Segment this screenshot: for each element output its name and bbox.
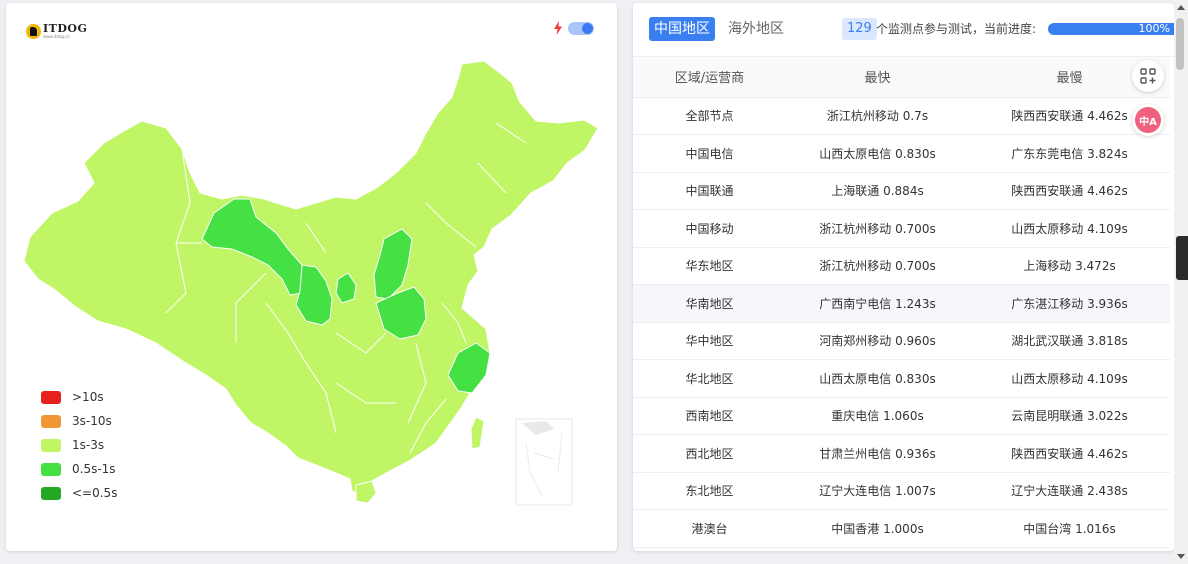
cell-slowest: 广东湛江移动 3.936s: [969, 284, 1170, 323]
legend-item[interactable]: 1s-3s: [41, 433, 117, 457]
cell-slowest: 陕西西安联通 4.462s: [969, 434, 1170, 473]
cell-fastest: 浙江杭州移动 0.700s: [786, 209, 969, 248]
legend-swatch-3-10s: [41, 414, 61, 428]
region-taiwan[interactable]: [470, 416, 485, 450]
legend-swatch-under-0.5s: [41, 486, 61, 500]
cell-slowest: 上海移动 3.472s: [969, 247, 1170, 285]
cell-region: 华南地区: [633, 284, 786, 323]
legend-label: 0.5s-1s: [72, 462, 116, 476]
table-header-row: 区域/运营商 最快 最慢: [633, 57, 1170, 98]
cell-region: 中国联通: [633, 172, 786, 210]
table-row[interactable]: 东北地区 辽宁大连电信 1.007s 辽宁大连联通 2.438s: [633, 472, 1170, 510]
legend-label: 3s-10s: [72, 414, 112, 428]
cell-region: 东北地区: [633, 472, 786, 510]
map-card: ITDOG www.itdog.cn >10s 3s-10s 1s-3s 0.5…: [6, 3, 617, 551]
table-row[interactable]: 华北地区 山西太原电信 0.830s 山西太原移动 4.109s: [633, 359, 1170, 398]
table-row[interactable]: 西南地区 重庆电信 1.060s 云南昆明联通 3.022s: [633, 397, 1170, 435]
legend-item[interactable]: >10s: [41, 385, 117, 409]
legend-item[interactable]: <=0.5s: [41, 481, 117, 505]
cell-slowest: 云南昆明联通 3.022s: [969, 397, 1170, 435]
legend-label: 1s-3s: [72, 438, 105, 452]
table-row[interactable]: 全部节点 浙江杭州移动 0.7s 陕西西安联通 4.462s: [633, 97, 1170, 135]
cell-region: 西北地区: [633, 434, 786, 473]
table-row[interactable]: 西北地区 甘肃兰州电信 0.936s 陕西西安联通 4.462s: [633, 434, 1170, 473]
cell-region: 中国电信: [633, 134, 786, 173]
side-panel-handle[interactable]: [1176, 236, 1188, 280]
apps-add-button[interactable]: [1132, 60, 1164, 92]
latency-legend: >10s 3s-10s 1s-3s 0.5s-1s <=0.5s: [41, 385, 117, 505]
cell-region: 西南地区: [633, 397, 786, 435]
cell-fastest: 广西南宁电信 1.243s: [786, 284, 969, 323]
cell-slowest: 山西太原移动 4.109s: [969, 359, 1170, 398]
scroll-down-arrow-icon[interactable]: [1177, 554, 1185, 559]
table-row[interactable]: 中国电信 山西太原电信 0.830s 广东东莞电信 3.824s: [633, 134, 1170, 173]
legend-swatch-1-3s: [41, 438, 61, 452]
cell-region: 华中地区: [633, 322, 786, 360]
translate-icon: 中A: [1135, 107, 1161, 133]
cell-region: 华北地区: [633, 359, 786, 398]
scroll-up-arrow-icon[interactable]: [1177, 5, 1185, 10]
cell-fastest: 山西太原电信 0.830s: [786, 134, 969, 173]
cell-fastest: 中国香港 1.000s: [786, 509, 969, 548]
scrollbar-thumb[interactable]: [1176, 18, 1184, 70]
cell-fastest: 浙江杭州移动 0.7s: [786, 97, 969, 135]
column-header-region[interactable]: 区域/运营商: [633, 57, 786, 98]
cell-region: 华东地区: [633, 247, 786, 285]
cell-fastest: 河南郑州移动 0.960s: [786, 322, 969, 360]
cell-region: 港澳台: [633, 509, 786, 548]
legend-swatch-0.5-1s: [41, 462, 61, 476]
cell-fastest: 重庆电信 1.060s: [786, 397, 969, 435]
table-row[interactable]: 华东地区 浙江杭州移动 0.700s 上海移动 3.472s: [633, 247, 1170, 285]
cell-slowest: 山西太原移动 4.109s: [969, 209, 1170, 248]
column-header-fastest[interactable]: 最快: [786, 57, 969, 98]
monitor-count-badge: 129: [842, 18, 877, 40]
legend-item[interactable]: 0.5s-1s: [41, 457, 117, 481]
tab-overseas[interactable]: 海外地区: [723, 17, 789, 41]
page-scrollbar[interactable]: [1174, 0, 1188, 564]
legend-label: >10s: [72, 390, 104, 404]
cell-slowest: 陕西西安联通 4.462s: [969, 172, 1170, 210]
cell-fastest: 辽宁大连电信 1.007s: [786, 472, 969, 510]
results-header: 中国地区 海外地区 129 个监测点参与测试，当前进度: 100%: [633, 3, 1174, 57]
tab-china[interactable]: 中国地区: [649, 17, 715, 41]
cell-slowest: 湖北武汉联通 3.818s: [969, 322, 1170, 360]
legend-label: <=0.5s: [72, 486, 118, 500]
cell-region: 中国移动: [633, 209, 786, 248]
progress-bar: 100%: [1048, 23, 1174, 35]
table-row[interactable]: 华中地区 河南郑州移动 0.960s 湖北武汉联通 3.818s: [633, 322, 1170, 360]
results-table: 区域/运营商 最快 最慢 全部节点 浙江杭州移动 0.7s 陕西西安联通 4.4…: [633, 57, 1170, 548]
cell-fastest: 甘肃兰州电信 0.936s: [786, 434, 969, 473]
results-card: 中国地区 海外地区 129 个监测点参与测试，当前进度: 100% 区域/运营商…: [633, 3, 1174, 551]
legend-swatch-over-10s: [41, 390, 61, 404]
region-hainan[interactable]: [355, 480, 377, 504]
translate-button[interactable]: 中A: [1132, 104, 1164, 136]
table-row[interactable]: 中国移动 浙江杭州移动 0.700s 山西太原移动 4.109s: [633, 209, 1170, 248]
progress-fill: 100%: [1048, 23, 1174, 35]
cell-fastest: 浙江杭州移动 0.700s: [786, 247, 969, 285]
table-row[interactable]: 华南地区 广西南宁电信 1.243s 广东湛江移动 3.936s: [633, 284, 1170, 323]
progress-status-text: 个监测点参与测试，当前进度:: [876, 22, 1037, 36]
cell-slowest: 中国台湾 1.016s: [969, 509, 1170, 548]
cell-slowest: 广东东莞电信 3.824s: [969, 134, 1170, 173]
apps-add-icon: [1140, 68, 1156, 84]
cell-region: 全部节点: [633, 97, 786, 135]
cell-slowest: 辽宁大连联通 2.438s: [969, 472, 1170, 510]
cell-fastest: 上海联通 0.884s: [786, 172, 969, 210]
table-row[interactable]: 港澳台 中国香港 1.000s 中国台湾 1.016s: [633, 509, 1170, 548]
cell-fastest: 山西太原电信 0.830s: [786, 359, 969, 398]
progress-label: 100%: [1138, 23, 1170, 35]
table-row[interactable]: 中国联通 上海联通 0.884s 陕西西安联通 4.462s: [633, 172, 1170, 210]
legend-item[interactable]: 3s-10s: [41, 409, 117, 433]
